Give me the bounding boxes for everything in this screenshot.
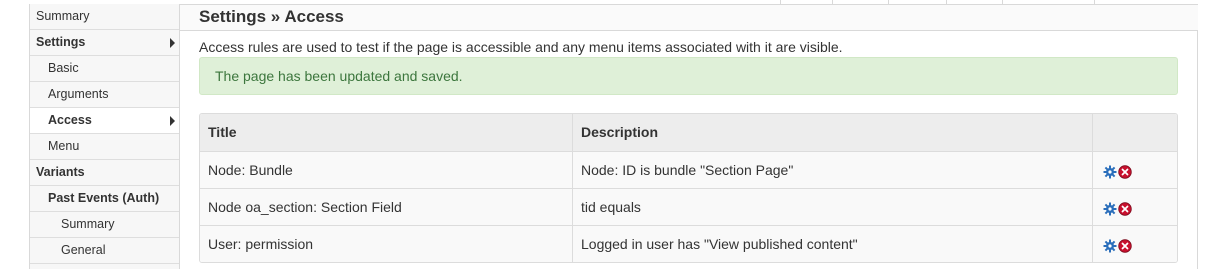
- sidebar-item-past-events-auth[interactable]: Past Events (Auth): [30, 186, 179, 212]
- page-title: Settings » Access: [199, 7, 344, 26]
- main-content: Settings » Access Access rules are used …: [180, 5, 1198, 269]
- rule-title: Node: Bundle: [208, 162, 293, 178]
- rule-description: Node: ID is bundle "Section Page": [572, 152, 1092, 188]
- sidebar-item-label: General: [61, 243, 106, 257]
- sidebar-item-label: Summary: [61, 217, 115, 231]
- status-message-text: The page has been updated and saved.: [215, 68, 463, 84]
- sidebar-item-summary[interactable]: Summary: [30, 4, 179, 30]
- delete-icon[interactable]: [1118, 239, 1132, 253]
- rule-operations: [1092, 226, 1177, 262]
- access-description: Access rules are used to test if the pag…: [199, 39, 843, 55]
- sidebar-item-label: Summary: [36, 9, 90, 23]
- sidebar-item-general[interactable]: General: [30, 238, 179, 264]
- column-header-title: Title: [208, 124, 237, 140]
- access-rules-table: Title Description Node: Bundle Node: ID …: [199, 113, 1178, 263]
- sidebar-item-label: Access: [48, 113, 92, 127]
- sidebar-item-label: Arguments: [48, 87, 109, 101]
- table-header-row: Title Description: [200, 114, 1177, 151]
- sidebar-item-variants[interactable]: Variants: [30, 160, 179, 186]
- sidebar-item-label: Menu: [48, 139, 80, 153]
- settings-sidebar: Summary Settings Basic Arguments Access …: [29, 4, 180, 269]
- sidebar-item-access[interactable]: Access: [30, 108, 179, 134]
- rule-operations: [1092, 189, 1177, 225]
- sidebar-item-label: Past Events (Auth): [48, 191, 160, 205]
- gear-icon[interactable]: [1103, 165, 1117, 179]
- sidebar-item-label: Variants: [36, 165, 85, 179]
- sidebar-item-label: Settings: [36, 35, 86, 49]
- delete-icon[interactable]: [1118, 165, 1132, 179]
- caret-right-icon: [170, 116, 175, 126]
- sidebar-item-arguments[interactable]: Arguments: [30, 82, 179, 108]
- rule-description: tid equals: [572, 189, 1092, 225]
- sidebar-item-basic[interactable]: Basic: [30, 56, 179, 82]
- gear-icon[interactable]: [1103, 202, 1117, 216]
- status-message: The page has been updated and saved.: [199, 57, 1178, 95]
- table-row: Node: Bundle Node: ID is bundle "Section…: [200, 151, 1177, 188]
- caret-right-icon: [170, 38, 175, 48]
- delete-icon[interactable]: [1118, 202, 1132, 216]
- rule-title: User: permission: [208, 236, 314, 252]
- gear-icon[interactable]: [1103, 239, 1117, 253]
- column-header-operations: [1092, 114, 1177, 151]
- sidebar-item-menu[interactable]: Menu: [30, 134, 179, 160]
- sidebar-item-label: Basic: [48, 61, 79, 75]
- table-row: Node oa_section: Section Field tid equal…: [200, 188, 1177, 225]
- column-header-description: Description: [572, 114, 1092, 151]
- rule-description: Logged in user has "View published conte…: [572, 226, 1092, 262]
- sidebar-item-variant-summary[interactable]: Summary: [30, 212, 179, 238]
- table-row: User: permission Logged in user has "Vie…: [200, 225, 1177, 262]
- rule-title: Node oa_section: Section Field: [208, 199, 402, 215]
- rule-operations: [1092, 152, 1177, 188]
- sidebar-item-settings[interactable]: Settings: [30, 30, 179, 56]
- page-title-bar: Settings » Access: [180, 5, 1198, 31]
